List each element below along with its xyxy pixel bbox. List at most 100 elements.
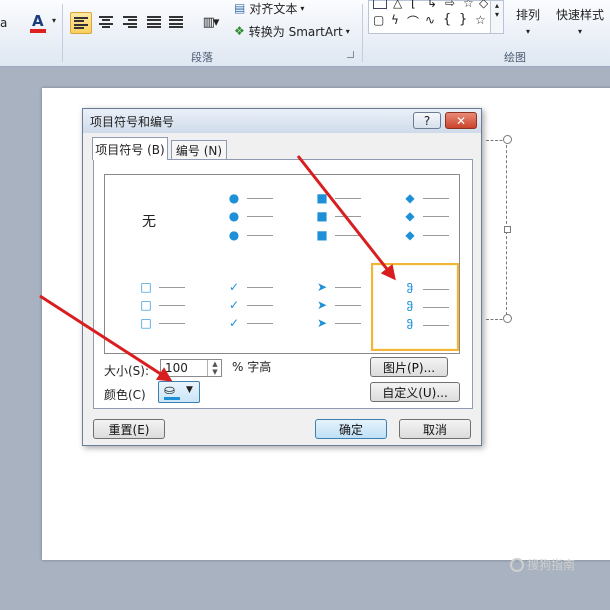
- distributed-button[interactable]: [166, 12, 186, 32]
- size-label: 大小(S):: [104, 364, 150, 378]
- bullet-option-arrowhead[interactable]: ➤ ➤ ➤: [285, 265, 369, 349]
- diamond-icon: ◆: [405, 228, 415, 242]
- picture-button[interactable]: 图片(P)...: [370, 357, 448, 377]
- chevron-up-icon[interactable]: ▴: [491, 1, 503, 10]
- customize-button[interactable]: 自定义(U)...: [370, 382, 460, 402]
- bullet-option-hollow-square[interactable]: □ □ □: [109, 265, 193, 349]
- bullet-option-filled-square[interactable]: ■ ■ ■: [285, 177, 369, 261]
- star-shape-icon[interactable]: ☆: [463, 0, 474, 10]
- shapes-scroll[interactable]: ▴ ▾: [490, 0, 504, 34]
- ribbon: a A ▾ ▥▾ ▤ 对齐文本 ▾ ❖ 转换为 SmartArt ▾ 段落 △ …: [0, 0, 610, 67]
- chevron-down-icon[interactable]: ▾: [52, 16, 56, 25]
- close-button[interactable]: ✕: [445, 112, 477, 129]
- align-center-icon: [99, 16, 113, 28]
- ok-button[interactable]: 确定: [315, 419, 387, 439]
- filled-circle-icon: ●: [228, 228, 240, 242]
- resize-handle[interactable]: [503, 135, 512, 144]
- size-spinner[interactable]: 100 ▲ ▼: [160, 359, 222, 377]
- group-divider: [62, 4, 63, 62]
- chevron-down-icon: ▾: [300, 3, 305, 13]
- dialog-titlebar[interactable]: 项目符号和编号 ? ✕: [83, 109, 481, 133]
- align-left-icon: [74, 17, 88, 29]
- hollow-square-icon: □: [140, 316, 152, 330]
- custom-glyph-icon: ჵ: [406, 300, 414, 314]
- cancel-button[interactable]: 取消: [399, 419, 471, 439]
- font-color-button[interactable]: A: [28, 10, 50, 34]
- bullet-option-diamond[interactable]: ◆ ◆ ◆: [373, 177, 457, 261]
- filled-square-icon: ■: [316, 209, 328, 223]
- chevron-down-icon: ▼: [186, 385, 193, 395]
- resize-handle[interactable]: [504, 226, 511, 233]
- group-label-paragraph: 段落: [191, 51, 213, 64]
- diamond-shape-icon[interactable]: ◇: [479, 0, 488, 10]
- filled-circle-icon: ●: [228, 191, 240, 205]
- size-input[interactable]: 100: [165, 361, 188, 375]
- chevron-down-icon: ▾: [577, 27, 582, 36]
- justify-icon: [147, 16, 161, 28]
- hollow-square-icon: □: [140, 280, 152, 294]
- filled-circle-icon: ●: [228, 209, 240, 223]
- font-color-swatch: [30, 29, 46, 33]
- filled-square-icon: ■: [316, 228, 328, 242]
- watermark-logo-icon: [510, 557, 524, 572]
- help-icon: ?: [423, 113, 431, 128]
- bullet-option-none[interactable]: 无: [109, 177, 193, 261]
- bullet-option-check-mark[interactable]: ✓ ✓ ✓: [197, 265, 281, 349]
- align-center-button[interactable]: [96, 12, 116, 32]
- l-shape-icon[interactable]: ⌊: [411, 0, 416, 10]
- chevron-down-icon[interactable]: ▾: [491, 10, 503, 19]
- check-mark-icon: ✓: [228, 316, 240, 330]
- lightning-shape-icon[interactable]: ϟ: [391, 13, 399, 27]
- filled-square-icon: ■: [316, 191, 328, 205]
- arc-shape-icon[interactable]: ⌒: [407, 13, 419, 30]
- quick-styles-button[interactable]: 快速样式 ▾: [550, 6, 610, 40]
- wave-shape-icon[interactable]: ∿: [425, 13, 435, 27]
- triangle-shape-icon[interactable]: △: [393, 0, 402, 10]
- align-text-button[interactable]: ▤ 对齐文本 ▾: [234, 0, 364, 16]
- arrowhead-icon: ➤: [316, 316, 328, 330]
- reset-button[interactable]: 重置(E): [93, 419, 165, 439]
- dialog-title: 项目符号和编号: [90, 115, 175, 129]
- right-brace-shape-icon[interactable]: }: [459, 12, 467, 27]
- color-swatch: [164, 397, 180, 400]
- bullet-option-filled-circle[interactable]: ● ● ●: [197, 177, 281, 261]
- right-arrow-shape-icon[interactable]: ⇨: [445, 0, 455, 10]
- bullets-numbering-dialog: 项目符号和编号 ? ✕ 项目符号 (B) 编号 (N) 无 ● ● ● ■ ■: [82, 108, 482, 446]
- chevron-up-icon[interactable]: ▲: [208, 360, 222, 368]
- size-stepper[interactable]: ▲ ▼: [207, 360, 222, 376]
- columns-button[interactable]: ▥▾: [196, 12, 224, 32]
- bullet-option-custom-glyph[interactable]: ჵ ჵ ჵ: [371, 263, 459, 351]
- rectangle-shape-icon[interactable]: [373, 0, 387, 9]
- tab-numbering[interactable]: 编号 (N): [171, 140, 227, 160]
- tab-bullets[interactable]: 项目符号 (B): [92, 137, 168, 160]
- arrange-button[interactable]: 排列 ▾: [512, 6, 544, 40]
- smartart-icon: ❖: [234, 24, 245, 38]
- align-left-button[interactable]: [70, 12, 92, 34]
- corner-arrow-shape-icon[interactable]: ↳: [427, 0, 437, 10]
- chevron-down-icon[interactable]: ▼: [208, 368, 222, 376]
- watermark: 搜狗指南: [510, 556, 575, 573]
- align-right-button[interactable]: [120, 12, 140, 32]
- shapes-gallery[interactable]: △ ⌊ ↳ ⇨ ☆ ◇ ▢ ϟ ⌒ ∿ { } ☆: [368, 0, 504, 34]
- help-button[interactable]: ?: [413, 112, 441, 129]
- size-unit-label: % 字高: [232, 360, 272, 374]
- diamond-icon: ◆: [405, 191, 415, 205]
- bullet-gallery[interactable]: 无 ● ● ● ■ ■ ■ ◆ ◆ ◆ □ □ □ ✓ ✓ ✓ ➤ ➤ ➤ ჵ …: [104, 174, 460, 354]
- paint-bucket-icon: ⛀: [164, 383, 175, 398]
- justify-button[interactable]: [144, 12, 164, 32]
- convert-smartart-button[interactable]: ❖ 转换为 SmartArt ▾: [234, 22, 364, 40]
- partial-label: a: [0, 16, 8, 30]
- check-mark-icon: ✓: [228, 298, 240, 312]
- left-brace-shape-icon[interactable]: {: [443, 12, 451, 27]
- star-outline-shape-icon[interactable]: ☆: [475, 13, 486, 27]
- group-label-drawing: 绘图: [504, 51, 526, 64]
- close-icon: ✕: [455, 113, 467, 128]
- paragraph-dialog-launcher-icon[interactable]: [347, 51, 354, 58]
- rounded-rect-shape-icon[interactable]: ▢: [373, 13, 384, 27]
- color-label: 颜色(C): [104, 388, 146, 402]
- resize-handle[interactable]: [503, 314, 512, 323]
- align-right-icon: [123, 16, 137, 28]
- hollow-square-icon: □: [140, 298, 152, 312]
- arrowhead-icon: ➤: [316, 280, 328, 294]
- color-picker-button[interactable]: ⛀ ▼: [158, 381, 200, 403]
